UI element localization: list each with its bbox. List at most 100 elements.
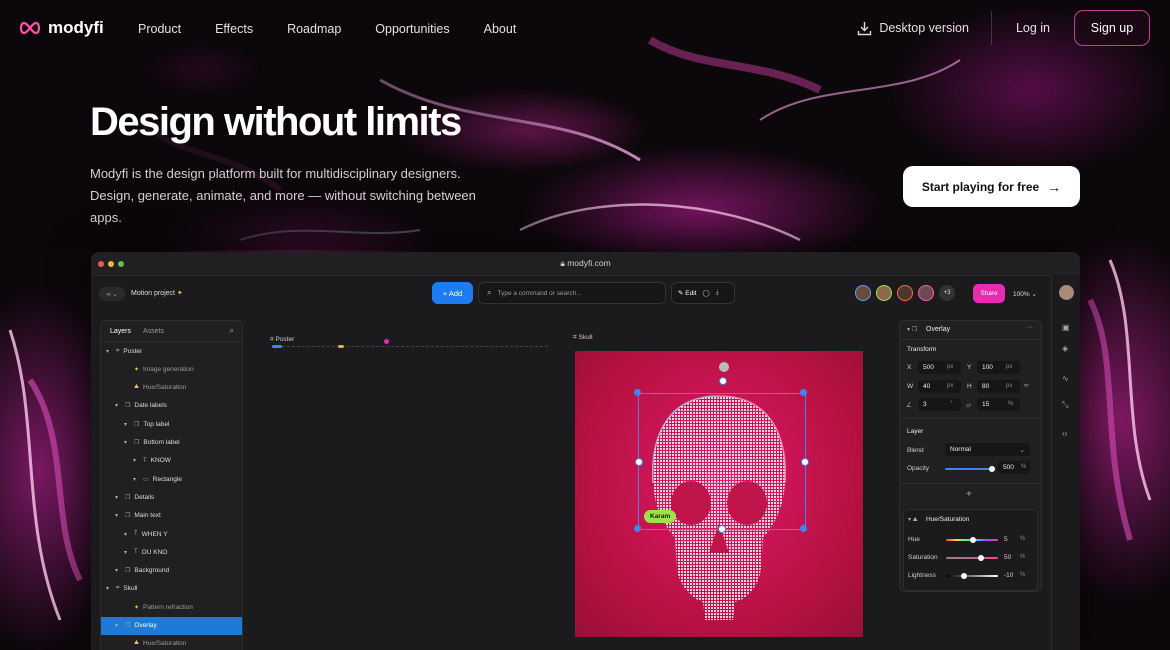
lightness-slider[interactable] [946, 573, 998, 579]
add-button[interactable]: + Add [432, 282, 473, 304]
signup-button[interactable]: Sign up [1074, 10, 1150, 46]
layer-row[interactable]: ▾ ❐ Details [101, 488, 242, 506]
expand-chevron-icon[interactable]: ▾ [115, 622, 121, 629]
code-icon[interactable]: ‹› [1062, 429, 1067, 438]
frame-icon[interactable]: ▣ [1062, 323, 1070, 332]
layer-row[interactable]: ▾ ❐ Background [101, 562, 242, 580]
comment-icon[interactable]: ◯ [702, 289, 709, 297]
expand-chevron-icon[interactable]: ▾ [106, 585, 112, 592]
menu-product[interactable]: Product [138, 22, 181, 36]
slider-knob[interactable] [961, 573, 967, 579]
timeline-keyframe[interactable] [384, 339, 389, 344]
desktop-version-link[interactable]: Desktop version [857, 21, 969, 36]
expand-chevron-icon[interactable]: ▾ [124, 439, 130, 446]
saturation-slider[interactable] [946, 555, 998, 561]
curve-icon[interactable]: ∿ [1062, 374, 1069, 383]
start-playing-button[interactable]: Start playing for free → [903, 166, 1080, 207]
layer-row[interactable]: ▾ ❐ Overlay [101, 616, 242, 635]
layer-row[interactable]: ▾ ⌗ Poster [101, 342, 242, 360]
slider-knob[interactable] [978, 555, 984, 561]
expand-chevron-icon[interactable]: ▾ [106, 348, 112, 355]
user-avatar[interactable] [1059, 285, 1074, 300]
share-button[interactable]: Share [973, 284, 1005, 303]
layer-row[interactable]: ▾ ▭ Rectangle [101, 470, 242, 488]
tab-layers[interactable]: Layers [110, 328, 131, 335]
command-search-input[interactable]: ⌕ Type a command or search... [478, 282, 666, 304]
login-link[interactable]: Log in [1016, 21, 1050, 35]
collapse-icon[interactable]: ▾ ❐ [907, 326, 917, 333]
layer-row[interactable]: ▾ ❐ Date labels [101, 397, 242, 415]
rotation-input[interactable]: 3 [918, 398, 961, 411]
menu-effects[interactable]: Effects [215, 22, 253, 36]
expand-chevron-icon[interactable]: ▾ [124, 549, 130, 556]
layer-row[interactable]: ⛰︎ Hue/Saturation [101, 635, 242, 650]
tab-assets[interactable]: Assets [143, 328, 164, 335]
blend-mode-select[interactable]: Normal ⌄ [945, 443, 1030, 456]
expand-chevron-icon[interactable]: ▾ [115, 494, 121, 501]
menu-roadmap[interactable]: Roadmap [287, 22, 341, 36]
add-effect-button[interactable]: + [966, 489, 972, 500]
layer-row[interactable]: ✦ Image generation [101, 360, 242, 378]
timeline-marker[interactable] [272, 345, 282, 348]
expand-chevron-icon[interactable]: ▾ [133, 457, 139, 464]
export-icon[interactable]: ⤓ [716, 289, 719, 297]
collaborator-avatar[interactable] [897, 285, 913, 301]
layer-row[interactable]: ▾ T WHEN Y [101, 525, 242, 543]
resize-handle[interactable] [635, 458, 643, 466]
menu-opportunities[interactable]: Opportunities [375, 22, 449, 36]
collaborator-avatar[interactable] [876, 285, 892, 301]
collaborator-avatar[interactable] [918, 285, 934, 301]
resize-handle[interactable] [800, 525, 807, 532]
hue-value[interactable]: 5 [1004, 536, 1008, 543]
project-name[interactable]: Motion project ✦ [131, 289, 183, 297]
skull-frame-label[interactable]: ⌗ Skull [573, 334, 593, 342]
more-collaborators-badge[interactable]: +3 [939, 285, 955, 301]
opacity-slider[interactable] [945, 466, 995, 472]
width-input[interactable]: 40 [918, 380, 961, 393]
layer-search-icon[interactable]: ⌕ [230, 326, 234, 336]
layer-row[interactable]: ▾ ❐ Bottom label [101, 434, 242, 452]
height-input[interactable]: 80 [977, 380, 1020, 393]
resize-handle[interactable] [719, 377, 727, 385]
fill-icon[interactable]: ◈ [1062, 344, 1068, 353]
more-options-icon[interactable]: ··· [1026, 324, 1033, 331]
resize-handle[interactable] [634, 389, 641, 396]
expand-chevron-icon[interactable]: ▾ [115, 402, 121, 409]
rotation-handle[interactable] [719, 362, 729, 372]
saturation-value[interactable]: 50 [1004, 554, 1011, 561]
resize-handle[interactable] [801, 458, 809, 466]
poster-timeline[interactable] [272, 339, 548, 350]
poster-frame-label[interactable]: ⌗ Poster [270, 336, 294, 344]
slider-knob[interactable] [989, 466, 995, 472]
expand-chevron-icon[interactable]: ▾ [115, 567, 121, 574]
link-icon[interactable]: ∞ [1024, 382, 1029, 389]
layer-row[interactable]: ▾ ⌗ Skull [101, 580, 242, 598]
expand-chevron-icon[interactable]: ▾ [124, 421, 130, 428]
resize-handle[interactable] [718, 525, 726, 533]
layer-row[interactable]: ▾ ❐ Top label [101, 415, 242, 433]
layer-row[interactable]: ✦ Pattern refraction [101, 598, 242, 616]
layer-row[interactable]: ▾ T OU KNO [101, 543, 242, 561]
layer-row[interactable]: ▾ ❐ Main text [101, 507, 242, 525]
resize-handle[interactable] [800, 389, 807, 396]
layer-row[interactable]: ⛰︎ Hue/Saturation [101, 379, 242, 397]
y-input[interactable]: 100 [977, 361, 1020, 374]
edit-mode-button[interactable]: ✎ Edit [678, 289, 696, 297]
brand-logo[interactable]: modyfi [18, 18, 104, 38]
resize-handle[interactable] [634, 525, 641, 532]
slider-knob[interactable] [970, 537, 976, 543]
layer-row[interactable]: ▾ T KNOW [101, 452, 242, 470]
x-input[interactable]: 500 [918, 361, 961, 374]
collaborator-avatar[interactable] [855, 285, 871, 301]
expand-chevron-icon[interactable]: ▾ [115, 512, 121, 519]
lightness-value[interactable]: -10 [1004, 572, 1013, 579]
hue-slider[interactable] [946, 537, 998, 543]
timeline-marker[interactable] [338, 345, 344, 348]
project-menu-button[interactable]: ∞ ⌄ [99, 287, 125, 301]
zoom-level[interactable]: 100% ⌄ [1013, 290, 1037, 298]
expand-chevron-icon[interactable]: ▾ [133, 476, 139, 483]
transform-icon[interactable]: ⤡ [1062, 400, 1068, 410]
expand-chevron-icon[interactable]: ▾ [124, 531, 130, 538]
menu-about[interactable]: About [484, 22, 517, 36]
radius-input[interactable]: 15 [977, 398, 1020, 411]
